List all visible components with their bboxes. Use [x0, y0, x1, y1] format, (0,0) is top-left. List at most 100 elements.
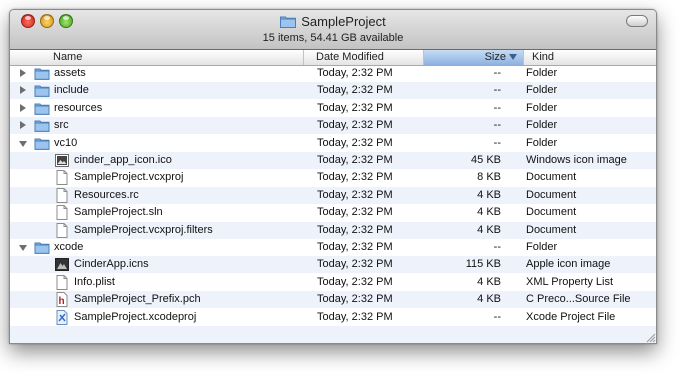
- file-name: Resources.rc: [74, 188, 139, 201]
- file-kind: Windows icon image: [526, 154, 627, 166]
- file-kind: Document: [526, 188, 577, 201]
- file-list: assets Today, 2:32 PM -- Folder include Today…: [10, 65, 656, 343]
- finder-window: SampleProject 15 items, 54.41 GB availab…: [9, 9, 657, 344]
- file-size: --: [493, 119, 501, 132]
- resize-grip-icon[interactable]: [644, 331, 656, 343]
- list-item[interactable]: include Today, 2:32 PM -- Folder: [10, 82, 656, 100]
- list-item[interactable]: SampleProject.sln Today, 2:32 PM 4 KB Docum…: [10, 204, 656, 221]
- status-text: 15 items, 54.41 GB available: [262, 32, 404, 44]
- file-size: 115 KB: [465, 258, 501, 271]
- document-icon: [54, 222, 70, 238]
- column-header: Name Date Modified Size Kind: [10, 50, 656, 66]
- file-kind: Folder: [526, 136, 558, 149]
- file-name: assets: [54, 67, 86, 79]
- sort-descending-icon: [509, 54, 517, 61]
- file-name: SampleProject_Prefix.pch: [74, 293, 201, 306]
- file-name: src: [54, 119, 69, 132]
- list-item[interactable]: assets Today, 2:32 PM -- Folder: [10, 65, 656, 82]
- column-name-header[interactable]: Name: [10, 50, 304, 65]
- date-modified: Today, 2:32 PM: [317, 258, 393, 271]
- disclosure-closed-icon[interactable]: [20, 69, 26, 77]
- file-size: --: [493, 310, 501, 323]
- file-name: cinder_app_icon.ico: [74, 154, 172, 166]
- column-kind-header[interactable]: Kind: [524, 50, 656, 65]
- disclosure-closed-icon[interactable]: [20, 121, 26, 130]
- folder-icon: [280, 16, 297, 28]
- toolbar-toggle-button[interactable]: [626, 15, 648, 27]
- file-size: --: [493, 67, 501, 79]
- list-item[interactable]: CinderApp.icns Today, 2:32 PM 115 KB Apple …: [10, 256, 656, 274]
- date-modified: Today, 2:32 PM: [317, 206, 393, 219]
- file-name: SampleProject.vcxproj: [74, 171, 184, 184]
- file-name: vc10: [54, 136, 78, 149]
- disclosure-closed-icon[interactable]: [20, 103, 26, 112]
- folder-icon: [34, 240, 50, 255]
- file-size: 4 KB: [477, 293, 501, 306]
- file-size: 45 KB: [471, 154, 501, 166]
- list-item[interactable]: src Today, 2:32 PM -- Folder: [10, 117, 656, 135]
- document-icon: [54, 170, 70, 186]
- file-name: xcode: [54, 241, 84, 253]
- column-date-header[interactable]: Date Modified: [304, 50, 424, 65]
- file-kind: Folder: [526, 84, 558, 97]
- file-size: 4 KB: [477, 275, 501, 288]
- folder-icon: [34, 101, 50, 116]
- file-size: 4 KB: [477, 206, 501, 219]
- file-name: CinderApp.icns: [74, 258, 149, 271]
- date-modified: Today, 2:32 PM: [317, 293, 393, 306]
- date-modified: Today, 2:32 PM: [317, 101, 393, 114]
- file-size: 8 KB: [477, 171, 501, 184]
- date-modified: Today, 2:32 PM: [317, 119, 393, 132]
- document-icon: [54, 274, 70, 290]
- disclosure-open-icon[interactable]: [19, 245, 27, 251]
- file-size: 4 KB: [477, 223, 501, 236]
- folder-icon: [34, 83, 50, 98]
- window-title: SampleProject: [301, 13, 386, 29]
- file-name: SampleProject.vcxproj.filters: [74, 223, 213, 236]
- file-name: SampleProject.xcodeproj: [74, 310, 197, 323]
- folder-icon: [34, 66, 50, 81]
- list-item[interactable]: h SampleProject_Prefix.pch Today, 2:32 PM 4…: [10, 291, 656, 309]
- file-kind: Document: [526, 171, 577, 184]
- list-item[interactable]: SampleProject.vcxproj Today, 2:32 PM 8 KB D…: [10, 169, 656, 186]
- disclosure-closed-icon[interactable]: [20, 86, 26, 95]
- date-modified: Today, 2:32 PM: [317, 136, 393, 149]
- file-kind: XML Property List: [526, 275, 614, 288]
- date-modified: Today, 2:32 PM: [317, 154, 393, 166]
- list-item[interactable]: SampleProject.vcxproj.filters Today, 2:32…: [10, 221, 656, 239]
- image-file-icon: [54, 153, 70, 168]
- date-modified: Today, 2:32 PM: [317, 310, 393, 323]
- icns-file-icon: [54, 257, 70, 272]
- list-item[interactable]: xcode Today, 2:32 PM -- Folder: [10, 239, 656, 256]
- file-size: 4 KB: [477, 188, 501, 201]
- date-modified: Today, 2:32 PM: [317, 241, 393, 253]
- file-size: --: [493, 84, 501, 97]
- header-file-icon: h: [54, 292, 70, 308]
- file-size: --: [493, 136, 501, 149]
- list-item[interactable]: vc10 Today, 2:32 PM -- Folder: [10, 135, 656, 152]
- file-kind: Xcode Project File: [526, 310, 616, 323]
- date-modified: Today, 2:32 PM: [317, 84, 393, 97]
- xcode-project-icon: [54, 309, 70, 325]
- column-size-header[interactable]: Size: [424, 50, 524, 65]
- list-item[interactable]: Info.plist Today, 2:32 PM 4 KB XML Property…: [10, 274, 656, 291]
- file-name: SampleProject.sln: [74, 206, 163, 219]
- file-size: --: [493, 101, 501, 114]
- disclosure-open-icon[interactable]: [19, 140, 27, 147]
- document-icon: [54, 187, 70, 203]
- list-item[interactable]: SampleProject.xcodeproj Today, 2:32 PM -- X…: [10, 309, 656, 326]
- list-item[interactable]: cinder_app_icon.ico Today, 2:32 PM 45 KB Wi…: [10, 152, 656, 169]
- svg-text:h: h: [59, 296, 65, 307]
- file-name: include: [54, 84, 89, 97]
- titlebar[interactable]: SampleProject 15 items, 54.41 GB availab…: [10, 10, 656, 50]
- folder-icon: [34, 136, 50, 151]
- date-modified: Today, 2:32 PM: [317, 188, 393, 201]
- folder-icon: [34, 118, 50, 133]
- file-kind: Document: [526, 223, 577, 236]
- file-kind: C Preco...Source File: [526, 293, 631, 306]
- list-item[interactable]: Resources.rc Today, 2:32 PM 4 KB Document: [10, 186, 656, 204]
- document-icon: [54, 205, 70, 221]
- file-name: resources: [54, 101, 103, 114]
- empty-row: [10, 326, 656, 343]
- list-item[interactable]: resources Today, 2:32 PM -- Folder: [10, 100, 656, 117]
